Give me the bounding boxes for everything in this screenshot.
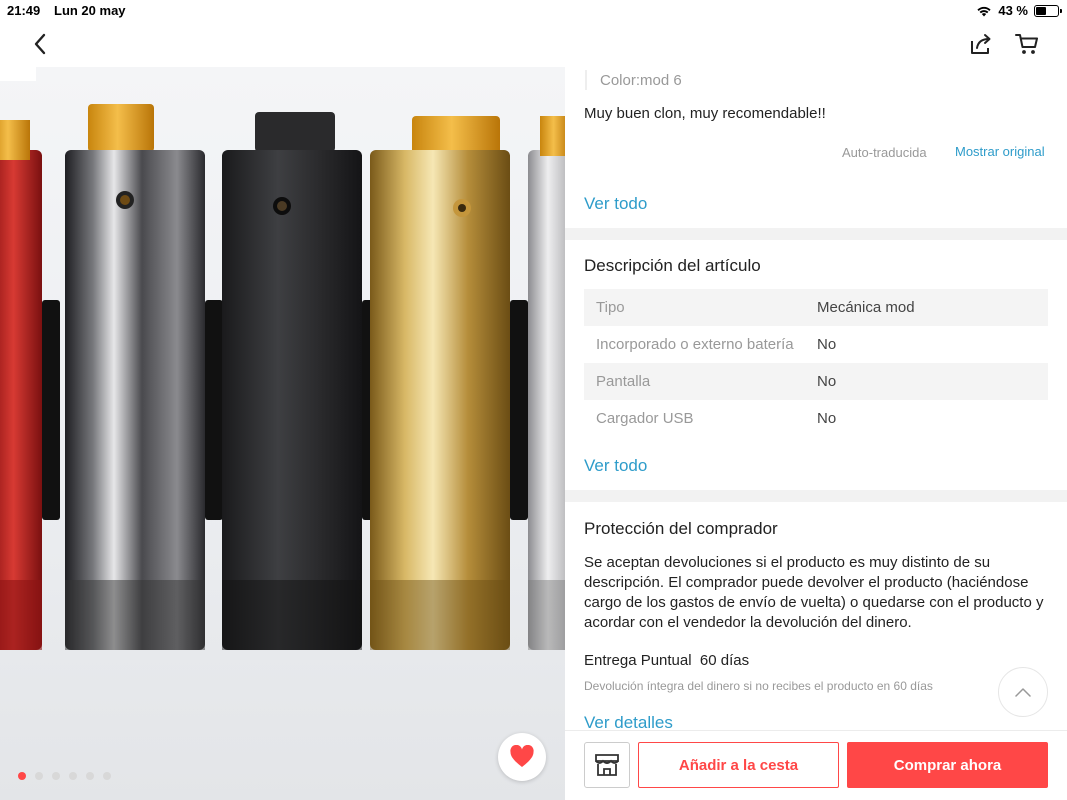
spec-row: Cargador USB No [584,400,1048,437]
store-button[interactable] [584,742,630,788]
review-divider [585,70,587,90]
show-original-link[interactable]: Mostrar original [955,144,1045,159]
section-separator [565,490,1067,502]
favorite-button[interactable] [498,733,546,781]
delivery-guarantee: Entrega Puntual 60 días [584,652,750,669]
heart-icon [510,745,534,767]
back-button[interactable] [28,31,52,57]
status-date: Lun 20 may [54,3,126,18]
status-time: 21:49 [7,3,41,18]
product-image[interactable] [0,67,565,800]
battery-icon [1034,4,1062,17]
spec-key: Incorporado o externo batería [596,336,794,353]
battery-percent: 43 % [998,3,1028,18]
buy-now-button[interactable]: Comprar ahora [847,742,1048,788]
protection-text: Se aceptan devoluciones si el producto e… [584,554,1044,631]
gallery-dot[interactable] [86,772,94,780]
chevron-left-icon [34,33,46,55]
spec-row: Incorporado o externo batería No [584,326,1048,363]
spec-key: Cargador USB [596,410,694,427]
gallery-dot[interactable] [69,772,77,780]
wifi-icon [977,6,991,16]
see-all-reviews-link[interactable]: Ver todo [584,194,647,214]
battery-level [1036,6,1046,15]
review-color: Color:mod 6 [600,72,682,89]
gallery-dot[interactable] [103,772,111,780]
share-button[interactable] [968,31,994,57]
spec-key: Tipo [596,299,625,316]
auto-translated-label: Auto-traducida [842,145,927,160]
cart-button[interactable] [1014,31,1040,57]
cart-icon [1015,34,1038,54]
gallery-dot[interactable] [52,772,60,780]
gallery-dots[interactable] [18,772,111,780]
spec-row: Tipo Mecánica mod [584,289,1048,326]
spec-row: Pantalla No [584,363,1048,400]
protection-title: Protección del comprador [584,519,778,538]
spec-value: No [817,410,837,427]
status-indicators: 43 % [976,3,1062,18]
image-corner [0,67,36,81]
gallery-dot[interactable] [35,772,43,780]
delivery-note: Devolución íntegra del dinero si no reci… [584,679,933,693]
add-to-cart-button[interactable]: Añadir a la cesta [638,742,839,788]
spec-value: No [817,336,837,353]
spec-value: Mecánica mod [817,299,915,316]
scroll-to-top-button[interactable] [998,667,1048,717]
status-bar: 21:49 Lun 20 may 43 % [0,0,1067,22]
spec-key: Pantalla [596,373,651,390]
section-separator [565,228,1067,240]
share-icon [971,34,991,54]
spec-table: Tipo Mecánica mod Incorporado o externo … [584,289,1048,437]
chevron-up-icon [1015,688,1031,697]
review-text: Muy buen clon, muy recomendable!! [584,105,826,122]
description-title: Descripción del artículo [584,256,761,275]
spec-value: No [817,373,837,390]
store-icon [595,754,619,776]
product-photo [0,104,565,650]
see-all-specs-link[interactable]: Ver todo [584,456,647,476]
gallery-dot[interactable] [18,772,26,780]
